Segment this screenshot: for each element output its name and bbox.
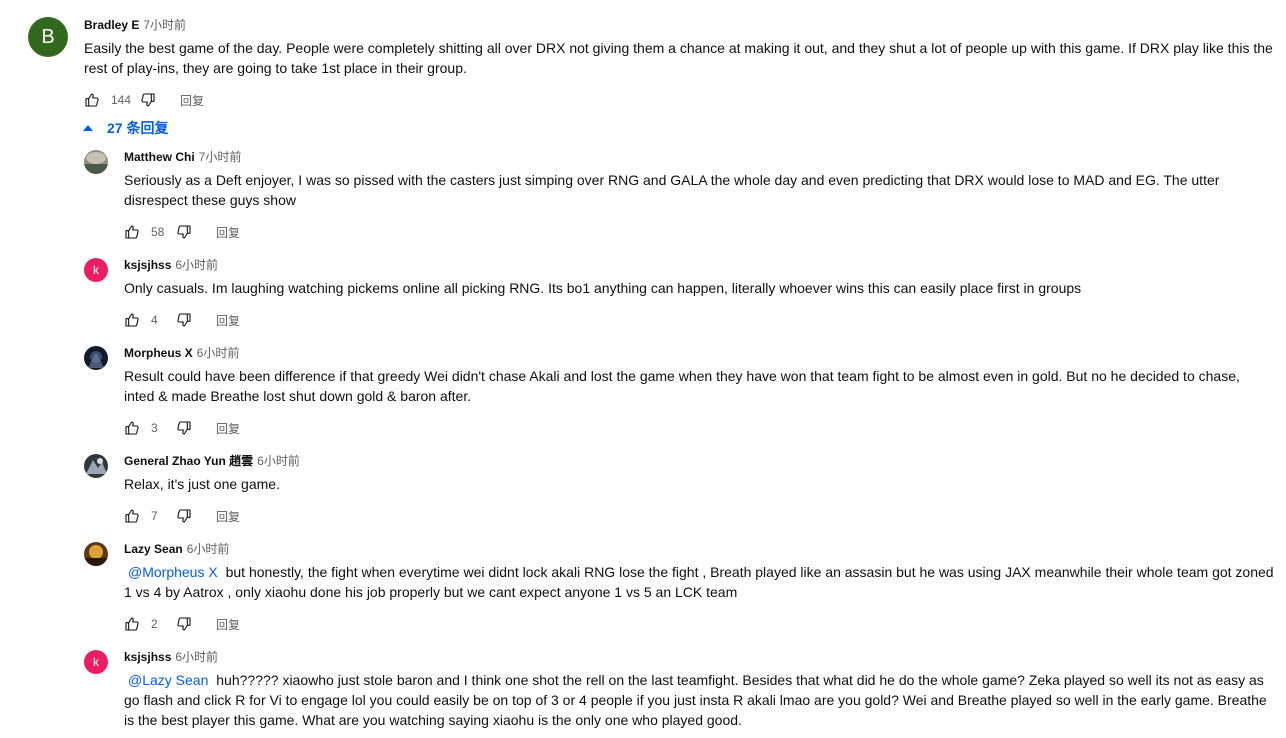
- replies-count-label: 27 条回复: [107, 120, 169, 136]
- thumbs-up-icon[interactable]: [124, 616, 140, 632]
- author-name[interactable]: Bradley E: [84, 18, 139, 32]
- avatar[interactable]: [84, 454, 108, 478]
- author-name[interactable]: ksjsjhss: [124, 258, 171, 272]
- comment-actions: 2 回复: [124, 614, 240, 634]
- like-count: 58: [151, 225, 165, 239]
- avatar[interactable]: k: [84, 258, 108, 282]
- comment-actions: 144 回复: [84, 90, 204, 110]
- comment-actions: 3 回复: [124, 418, 240, 438]
- thumbs-up-icon[interactable]: [124, 312, 140, 328]
- caret-up-icon: [83, 125, 93, 131]
- thumbs-down-icon[interactable]: [176, 224, 192, 240]
- comment-text: Result could have been difference if tha…: [124, 368, 1240, 404]
- comment-text: Easily the best game of the day. People …: [84, 40, 1273, 76]
- avatar[interactable]: [84, 542, 108, 566]
- thumbs-up-icon[interactable]: [124, 420, 140, 436]
- thumbs-down-icon[interactable]: [176, 420, 192, 436]
- timestamp[interactable]: 7小时前: [199, 150, 242, 164]
- like-count: 7: [151, 509, 158, 523]
- avatar[interactable]: [84, 150, 108, 174]
- replies-toggle-button[interactable]: 27 条回复: [82, 118, 168, 138]
- avatar[interactable]: [84, 346, 108, 370]
- reply-button[interactable]: 回复: [216, 616, 240, 633]
- thumbs-up-icon[interactable]: [84, 92, 100, 108]
- reply-button[interactable]: 回复: [216, 420, 240, 437]
- like-count: 144: [111, 93, 132, 107]
- timestamp[interactable]: 6小时前: [187, 542, 230, 556]
- thumbs-down-icon[interactable]: [176, 616, 192, 632]
- like-count: 2: [151, 617, 158, 631]
- author-name[interactable]: Morpheus X: [124, 346, 193, 360]
- reply-button[interactable]: 回复: [216, 224, 240, 241]
- comment-text: @Morpheus X but honestly, the fight when…: [124, 564, 1274, 600]
- comment-text: Seriously as a Deft enjoyer, I was so pi…: [124, 172, 1220, 208]
- avatar[interactable]: k: [84, 650, 108, 674]
- thumbs-down-icon[interactable]: [140, 92, 156, 108]
- comment-actions: 58 回复: [124, 222, 240, 242]
- mention-link[interactable]: @Morpheus X: [128, 564, 218, 580]
- comment-header: Bradley E 7小时前: [84, 16, 186, 34]
- reply-button[interactable]: 回复: [180, 92, 204, 109]
- comment-text: Relax, it's just one game.: [124, 476, 280, 492]
- comment-text: @Lazy Sean huh????? xiaowho just stole b…: [124, 672, 1267, 728]
- mention-link[interactable]: @Lazy Sean: [128, 672, 208, 688]
- thumbs-up-icon[interactable]: [124, 508, 140, 524]
- author-name[interactable]: General Zhao Yun 趙雲: [124, 454, 253, 468]
- like-count: 4: [151, 313, 158, 327]
- author-name[interactable]: Matthew Chi: [124, 150, 195, 164]
- timestamp[interactable]: 6小时前: [197, 346, 240, 360]
- timestamp[interactable]: 7小时前: [143, 18, 186, 32]
- reply-button[interactable]: 回复: [216, 508, 240, 525]
- timestamp[interactable]: 6小时前: [175, 650, 218, 664]
- thumbs-down-icon[interactable]: [176, 312, 192, 328]
- thumbs-up-icon[interactable]: [124, 224, 140, 240]
- comment-actions: 7 回复: [124, 506, 240, 526]
- comment-header: ksjsjhss 6小时前: [124, 256, 218, 274]
- comment-header: Matthew Chi 7小时前: [124, 148, 241, 166]
- comment-text: Only casuals. Im laughing watching picke…: [124, 280, 1082, 296]
- comment-header: Lazy Sean 6小时前: [124, 540, 229, 558]
- comment-actions: 4 回复: [124, 310, 240, 330]
- thumbs-down-icon[interactable]: [176, 508, 192, 524]
- timestamp[interactable]: 6小时前: [257, 454, 300, 468]
- reply-button[interactable]: 回复: [216, 312, 240, 329]
- comment-header: Morpheus X 6小时前: [124, 344, 239, 362]
- comment-header: General Zhao Yun 趙雲 6小时前: [124, 452, 300, 470]
- like-count: 3: [151, 421, 158, 435]
- timestamp[interactable]: 6小时前: [175, 258, 218, 272]
- author-name[interactable]: ksjsjhss: [124, 650, 171, 664]
- author-name[interactable]: Lazy Sean: [124, 542, 183, 556]
- comment-header: ksjsjhss 6小时前: [124, 648, 218, 666]
- avatar[interactable]: B: [28, 17, 68, 57]
